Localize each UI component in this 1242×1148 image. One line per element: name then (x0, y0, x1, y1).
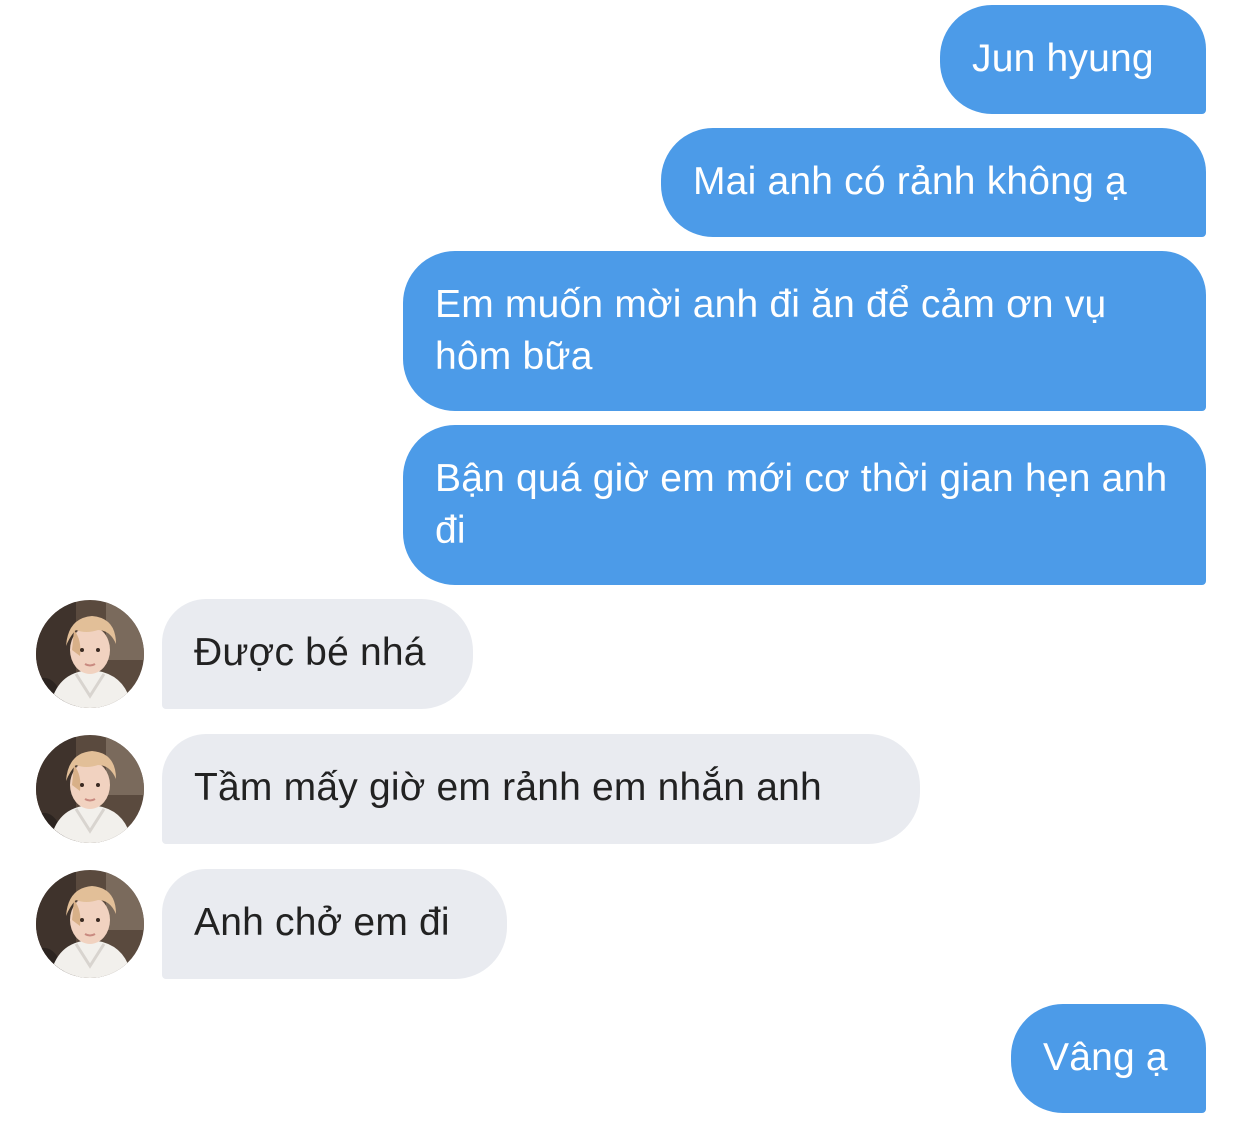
message-bubble-sent[interactable]: Em muốn mời anh đi ăn để cảm ơn vụ hôm b… (403, 251, 1206, 411)
avatar-photo (36, 735, 144, 843)
message-text: Mai anh có rảnh không ạ (693, 160, 1127, 203)
message-bubble-received[interactable]: Tầm mấy giờ em rảnh em nhắn anh (162, 734, 920, 844)
message-bubble-received[interactable]: Được bé nhá (162, 599, 473, 709)
contact-avatar[interactable] (36, 735, 144, 843)
contact-avatar[interactable] (36, 870, 144, 978)
message-bubble-sent[interactable]: Bận quá giờ em mới cơ thời gian hẹn anh … (403, 425, 1206, 585)
message-text: Vâng ạ (1043, 1036, 1168, 1079)
message-text: Jun hyung (972, 37, 1154, 80)
message-bubble-sent[interactable]: Mai anh có rảnh không ạ (661, 128, 1206, 237)
message-bubble-sent[interactable]: Vâng ạ (1011, 1004, 1206, 1113)
message-text: Em muốn mời anh đi ăn để cảm ơn vụ hôm b… (435, 283, 1107, 378)
message-text: Tầm mấy giờ em rảnh em nhắn anh (194, 766, 822, 809)
message-text: Anh chở em đi (194, 901, 450, 944)
message-bubble-sent[interactable]: Jun hyung (940, 5, 1206, 114)
avatar-photo (36, 870, 144, 978)
contact-avatar[interactable] (36, 600, 144, 708)
message-text: Được bé nhá (194, 631, 426, 674)
message-bubble-received[interactable]: Anh chở em đi (162, 869, 507, 979)
message-text: Bận quá giờ em mới cơ thời gian hẹn anh … (435, 457, 1168, 552)
avatar-photo (36, 600, 144, 708)
